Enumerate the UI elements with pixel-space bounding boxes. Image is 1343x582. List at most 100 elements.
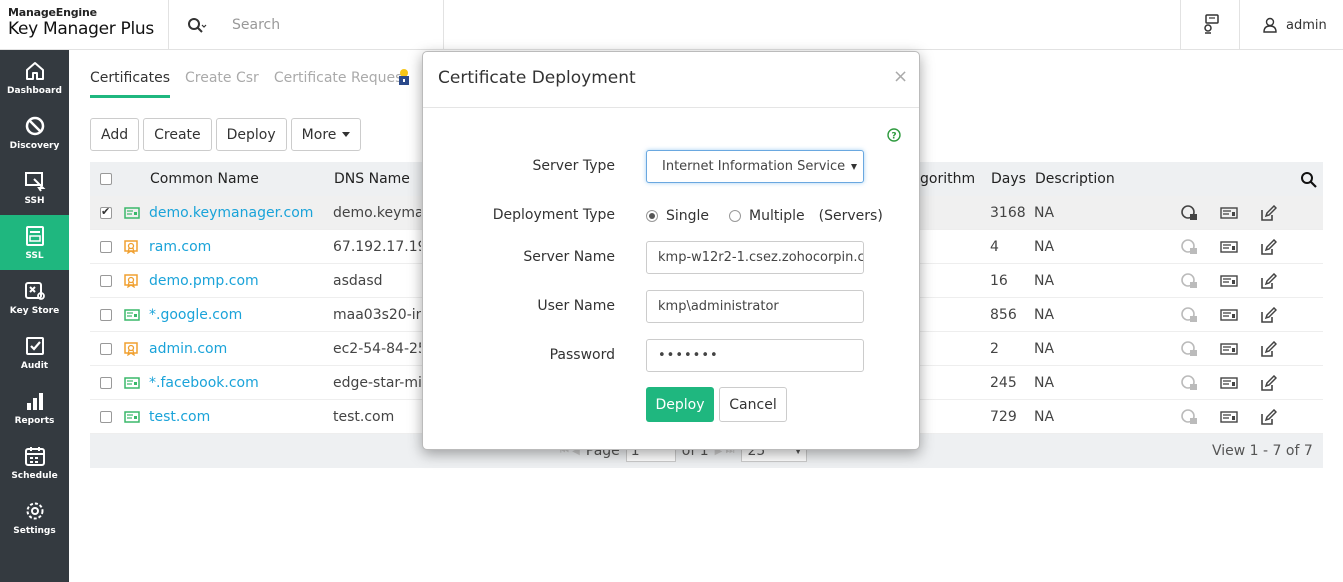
deploy-action-icon[interactable] (1180, 298, 1198, 332)
certificate-icon (124, 400, 140, 434)
deployment-type-group: Single Multiple (Servers) (646, 208, 883, 224)
add-button[interactable]: Add (90, 118, 140, 151)
toolbar: Add Create Deploy More (90, 118, 362, 151)
sidebar-item-settings[interactable]: Settings (0, 490, 69, 545)
deploy-action-icon[interactable] (1180, 196, 1198, 230)
deploy-action-icon[interactable] (1180, 332, 1198, 366)
certificate-details-icon[interactable] (1220, 400, 1238, 434)
sidebar-item-dashboard[interactable]: Dashboard (0, 50, 69, 105)
deploy-action-icon[interactable] (1180, 366, 1198, 400)
server-type-select[interactable]: Internet Information Service (646, 150, 864, 183)
deploy-submit-button[interactable]: Deploy (646, 387, 714, 422)
select-all-checkbox[interactable] (100, 173, 112, 185)
multiple-radio[interactable] (729, 210, 742, 222)
header-days[interactable]: Days (991, 162, 1026, 196)
row-checkbox-cell (100, 264, 112, 298)
sidebar-item-ssh[interactable]: SSH (0, 160, 69, 215)
header-algorithm[interactable]: gorithm (920, 162, 975, 196)
search-icon[interactable] (1300, 171, 1317, 188)
edit-icon[interactable] (1260, 230, 1277, 264)
common-name-link[interactable]: demo.pmp.com (149, 264, 259, 298)
search-input[interactable] (232, 12, 432, 38)
common-name-link[interactable]: admin.com (149, 332, 227, 366)
pagination-summary: View 1 - 7 of 7 (1212, 443, 1313, 459)
row-checkbox[interactable] (100, 275, 112, 287)
create-button[interactable]: Create (143, 118, 212, 151)
search-icon[interactable] (187, 16, 207, 36)
edit-icon[interactable] (1260, 400, 1277, 434)
common-name-link[interactable]: *.google.com (149, 298, 242, 332)
row-checkbox[interactable] (100, 411, 112, 423)
sidebar-item-reports[interactable]: Reports (0, 380, 69, 435)
header-common-name[interactable]: Common Name (150, 162, 259, 196)
row-checkbox[interactable] (100, 205, 112, 219)
dns-name-cell: ec2-54-84-253 (333, 341, 421, 357)
edit-icon[interactable] (1260, 332, 1277, 366)
tab-create-csr[interactable]: Create Csr (185, 70, 259, 98)
sidebar-item-ssl[interactable]: SSL (0, 215, 69, 270)
user-icon (1263, 17, 1277, 33)
edit-icon[interactable] (1260, 298, 1277, 332)
row-checkbox-cell (100, 196, 112, 230)
certificate-details-icon[interactable] (1220, 332, 1238, 366)
deploy-action-icon[interactable] (1180, 264, 1198, 298)
common-name-link[interactable]: demo.keymanager.com (149, 196, 313, 230)
notification-icon[interactable] (1200, 13, 1222, 35)
certificate-details-icon[interactable] (1220, 264, 1238, 298)
certificate-details-icon[interactable] (1220, 366, 1238, 400)
more-button[interactable]: More (290, 118, 362, 151)
row-checkbox-cell (100, 230, 112, 264)
server-name-input[interactable]: kmp-w12r2-1.csez.zohocorpin.co (646, 241, 864, 274)
dialog-title: Certificate Deployment (438, 68, 636, 88)
help-icon[interactable]: ? (887, 128, 901, 142)
deploy-action-icon[interactable] (1180, 230, 1198, 264)
sidebar-item-key-store[interactable]: Key Store (0, 270, 69, 325)
tab-certificate-request[interactable]: Certificate Request (274, 70, 408, 98)
row-checkbox-cell (100, 332, 112, 366)
user-menu[interactable]: admin (1262, 14, 1327, 36)
common-name-link[interactable]: test.com (149, 400, 210, 434)
row-checkbox[interactable] (100, 377, 112, 389)
header-dns-name[interactable]: DNS Name (334, 162, 410, 196)
dns-name-cell: maa03s20-in-f (333, 307, 421, 323)
user-name-input[interactable]: kmp\administrator (646, 290, 864, 323)
app-logo[interactable]: ManageEngine Key Manager Plus (8, 6, 168, 39)
tab-certificates[interactable]: Certificates (90, 70, 171, 98)
row-checkbox[interactable] (100, 343, 112, 355)
certificate-details-icon[interactable] (1220, 230, 1238, 264)
divider (1239, 0, 1240, 50)
discovery-icon (25, 116, 44, 135)
common-name-link[interactable]: ram.com (149, 230, 211, 264)
cancel-button[interactable]: Cancel (719, 387, 787, 422)
deploy-button[interactable]: Deploy (215, 118, 287, 151)
row-checkbox[interactable] (100, 309, 112, 321)
schedule-icon (24, 446, 45, 466)
more-label: More (301, 126, 337, 143)
single-radio[interactable] (646, 210, 658, 222)
home-icon (25, 61, 44, 80)
sidebar-item-discovery[interactable]: Discovery (0, 105, 69, 160)
sidebar-item-label: Audit (20, 360, 49, 371)
row-checkbox-cell (100, 366, 112, 400)
password-input[interactable]: ••••••• (646, 339, 864, 372)
common-name-link[interactable]: *.facebook.com (149, 366, 259, 400)
edit-icon[interactable] (1260, 196, 1277, 230)
password-label: Password (549, 347, 615, 363)
lock-badge-icon[interactable] (396, 68, 412, 86)
certificate-deployment-dialog: Certificate Deployment × ? Server Type I… (422, 51, 920, 450)
settings-icon (26, 502, 43, 519)
close-icon[interactable]: × (893, 66, 908, 87)
edit-icon[interactable] (1260, 264, 1277, 298)
divider (168, 0, 169, 50)
sidebar-item-schedule[interactable]: Schedule (0, 435, 69, 490)
deployment-type-label: Deployment Type (492, 207, 615, 223)
edit-icon[interactable] (1260, 366, 1277, 400)
sidebar-item-audit[interactable]: Audit (0, 325, 69, 380)
row-checkbox[interactable] (100, 241, 112, 253)
deploy-action-icon[interactable] (1180, 400, 1198, 434)
certificate-details-icon[interactable] (1220, 196, 1238, 230)
certificate-details-icon[interactable] (1220, 298, 1238, 332)
days-cell: 729 (990, 409, 1017, 425)
description-cell: NA (1034, 375, 1055, 391)
header-description[interactable]: Description (1035, 162, 1115, 196)
